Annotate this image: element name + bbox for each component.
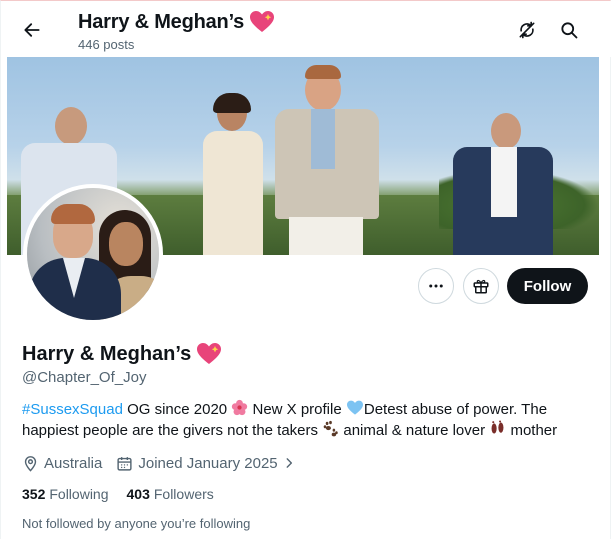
bio-text-2: New X profile (248, 401, 346, 418)
banner-person-man (265, 65, 385, 255)
join-date[interactable]: Joined January 2025 (116, 455, 295, 472)
banner-person-right (453, 113, 553, 255)
follow-stats: 352 Following 403 Followers (22, 486, 232, 502)
more-options-button[interactable] (418, 268, 454, 304)
followers-link[interactable]: 403 Followers (127, 486, 214, 502)
top-bar: Harry & Meghan’s 446 posts (1, 1, 611, 57)
profile-name: Harry & Meghan’s (22, 342, 222, 366)
bio-text-4: animal & nature lover (339, 422, 490, 439)
followers-label: Followers (153, 486, 214, 502)
gift-button[interactable] (463, 268, 499, 304)
bio-text-5: mother (506, 422, 558, 439)
more-dots-icon (429, 284, 443, 288)
bio-text-1: OG since 2020 (122, 401, 232, 418)
location-pin-icon (24, 455, 37, 472)
chevron-right-icon (286, 458, 292, 468)
hibiscus-icon (232, 399, 248, 416)
search-button[interactable] (554, 15, 584, 45)
followers-count: 403 (126, 486, 150, 502)
profile-page: Harry & Meghan’s 446 posts Follow Harry … (0, 0, 611, 539)
sync-off-button[interactable] (512, 15, 542, 45)
sparkling-heart-icon (197, 343, 222, 364)
footprints-icon (491, 420, 504, 434)
mutual-followers-note: Not followed by anyone you’re following (22, 516, 251, 531)
follow-button[interactable]: Follow (507, 268, 588, 304)
profile-name-text: Harry & Meghan’s (22, 342, 192, 365)
paw-prints-icon (323, 420, 338, 437)
banner-person-woman (187, 93, 277, 255)
profile-handle: @Chapter_Of_Joy (22, 369, 147, 386)
following-link[interactable]: 352 Following (22, 486, 109, 502)
sync-off-icon (519, 21, 535, 39)
hashtag-link[interactable]: #SussexSquad (22, 401, 123, 418)
back-button[interactable] (15, 13, 49, 47)
search-icon (561, 22, 578, 39)
gift-icon (473, 279, 489, 294)
profile-bio: #SussexSquad OG since 2020 New X profile… (22, 399, 592, 441)
following-count: 352 (22, 486, 46, 502)
profile-meta: Australia Joined January 2025 (22, 452, 310, 474)
calendar-icon (117, 456, 132, 471)
post-count: 446 posts (78, 37, 135, 52)
arrow-left-icon (24, 23, 40, 37)
header-title: Harry & Meghan’s (78, 10, 275, 34)
light-blue-heart-icon (346, 400, 363, 415)
avatar[interactable] (23, 184, 163, 324)
join-date-text: Joined January 2025 (138, 454, 278, 472)
header-title-text: Harry & Meghan’s (78, 10, 245, 33)
sparkling-heart-icon (250, 11, 275, 32)
location-text: Australia (44, 454, 103, 472)
location: Australia (22, 455, 102, 472)
following-label: Following (49, 486, 109, 502)
